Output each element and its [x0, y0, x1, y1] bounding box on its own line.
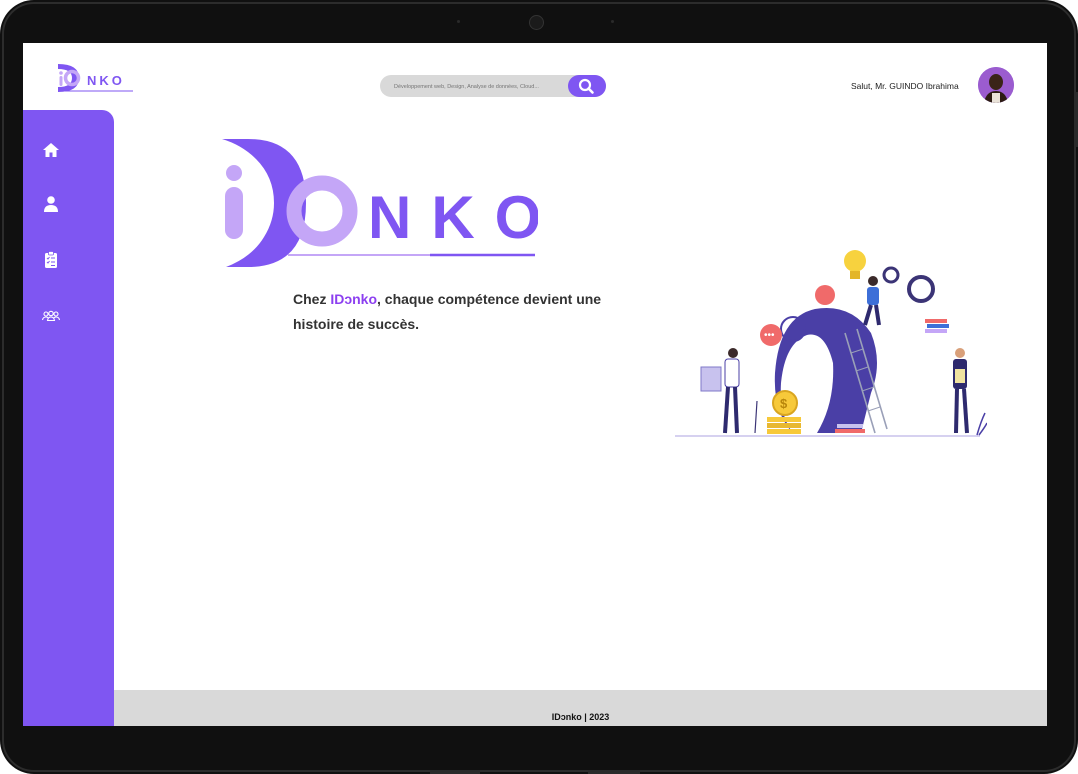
idonko-hero-logo: NKO [222, 139, 538, 267]
front-sensor [457, 20, 460, 23]
user-icon [44, 196, 58, 212]
svg-text:NKO: NKO [368, 184, 538, 251]
front-sensor [611, 20, 614, 23]
bottom-button [430, 770, 480, 774]
footer-copyright: IDɔnko | 2023 [551, 712, 610, 722]
tablet-frame: NKO Salut, Mr. GUINDO Ibrahima [0, 0, 1078, 774]
svg-text:•••: ••• [764, 330, 775, 341]
side-button [1074, 92, 1078, 147]
svg-text:NKO: NKO [87, 73, 125, 88]
svg-text:$: $ [780, 396, 788, 411]
front-camera [529, 15, 544, 30]
tagline-brand: IDɔnko [330, 291, 378, 307]
user-greeting: Salut, Mr. GUINDO Ibrahima [851, 81, 959, 91]
search-button[interactable] [568, 75, 606, 97]
clipboard-checklist-icon [45, 251, 57, 268]
search-bar [380, 75, 606, 97]
group-icon [41, 310, 61, 322]
idonko-logo[interactable]: NKO [55, 61, 135, 95]
sidebar-item-tasks[interactable] [41, 250, 61, 270]
sidebar-item-profile[interactable] [41, 194, 61, 214]
sidebar [23, 110, 114, 726]
tagline-line2: histoire de succès. [293, 316, 420, 332]
teamwork-illustration: ••• $ [675, 250, 987, 437]
sidebar-item-home[interactable] [41, 140, 61, 160]
tagline-line1: , chaque compétence devient une [377, 291, 602, 307]
bottom-button [588, 770, 640, 774]
user-photo [978, 67, 1014, 103]
app-screen: NKO Salut, Mr. GUINDO Ibrahima [23, 43, 1047, 726]
search-icon [578, 78, 594, 94]
home-icon [43, 143, 59, 157]
footer: IDɔnko | 2023 [114, 690, 1047, 726]
tagline-prefix: Chez [293, 291, 331, 307]
avatar[interactable] [978, 67, 1014, 103]
hero-tagline: Chez IDɔnko, chaque compétence devient u… [293, 287, 653, 337]
sidebar-item-community[interactable] [41, 306, 61, 326]
search-input[interactable] [392, 78, 566, 96]
